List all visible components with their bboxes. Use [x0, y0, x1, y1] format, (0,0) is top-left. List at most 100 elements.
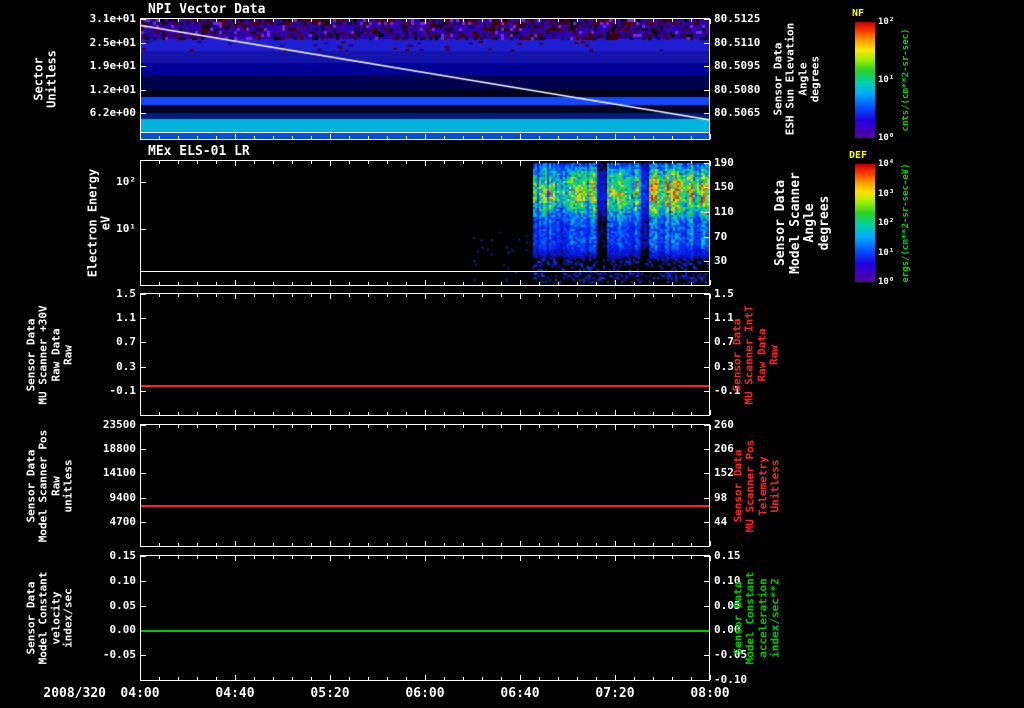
axis-tick	[539, 677, 540, 680]
axis-tick	[292, 294, 293, 297]
axis-tick	[704, 89, 709, 91]
axis-tick	[141, 19, 146, 20]
axis-tick	[710, 161, 711, 166]
axis-tick	[558, 543, 559, 546]
axis-tick	[368, 19, 369, 22]
axis-tick	[710, 280, 711, 285]
axis-tick	[501, 282, 502, 285]
axis-tick	[704, 261, 709, 263]
axis-tick	[330, 425, 331, 430]
axis-tick	[178, 543, 179, 546]
line-panel-scanner-pos	[140, 424, 710, 547]
axis-tick	[141, 605, 146, 607]
axis-tick	[141, 580, 146, 582]
axis-tick	[330, 556, 331, 561]
y-tick-label-right: 1.5	[714, 287, 734, 300]
axis-tick	[539, 136, 540, 139]
y-tick-label-right: 30	[714, 254, 728, 268]
axis-tick	[368, 556, 369, 559]
axis-tick	[577, 161, 578, 164]
axis-tick	[425, 19, 426, 24]
colorbar-tick-label: 10¹	[878, 247, 895, 258]
axis-tick	[704, 211, 709, 213]
axis-tick	[159, 19, 160, 22]
axis-tick	[330, 19, 331, 24]
axis-tick	[330, 134, 331, 139]
axis-tick	[141, 342, 146, 344]
axis-tick	[501, 543, 502, 546]
axis-tick	[520, 556, 521, 561]
multi-panel-plot-figure: NPI Vector Data MEx ELS-01 LR NF DEF 200…	[0, 0, 1024, 708]
panel-title-npi: NPI Vector Data	[148, 2, 266, 17]
axis-tick	[273, 282, 274, 285]
axis-tick	[292, 543, 293, 546]
axis-tick	[141, 449, 146, 451]
axis-tick	[406, 136, 407, 139]
right-axis-title: Sensor Data MU Scanner Pos Telemetry Uni…	[731, 439, 782, 532]
axis-tick	[444, 19, 445, 22]
y-tick-label-right: 98	[714, 490, 728, 504]
axis-tick	[672, 543, 673, 546]
axis-tick	[577, 136, 578, 139]
axis-tick	[216, 543, 217, 546]
y-tick-label-right: 260	[714, 418, 734, 431]
axis-tick	[710, 541, 711, 546]
axis-tick	[178, 425, 179, 428]
axis-tick	[311, 556, 312, 559]
axis-tick	[520, 675, 521, 680]
axis-tick	[425, 556, 426, 561]
axis-tick	[141, 89, 146, 91]
axis-tick	[596, 282, 597, 285]
axis-tick	[235, 675, 236, 680]
right-axis-title: Sensor Data MU Scanner IntT Raw Data Raw	[730, 304, 781, 405]
axis-tick	[330, 541, 331, 546]
axis-tick	[349, 677, 350, 680]
colorbar-tick-label: 10³	[878, 188, 895, 199]
right-axis-title: Sensor Data Model Constant acceleration …	[731, 571, 782, 665]
axis-tick	[349, 412, 350, 415]
axis-tick	[558, 677, 559, 680]
axis-tick	[292, 161, 293, 164]
y-tick-label: 1.5	[116, 287, 136, 300]
date-label: 2008/320	[43, 686, 106, 701]
colorbar-tick-label: 10⁴	[878, 159, 895, 169]
axis-tick	[387, 412, 388, 415]
axis-tick	[482, 294, 483, 297]
axis-tick	[577, 19, 578, 22]
axis-tick	[311, 425, 312, 428]
axis-tick	[444, 556, 445, 559]
axis-tick	[159, 282, 160, 285]
axis-tick	[406, 282, 407, 285]
axis-tick	[178, 282, 179, 285]
axis-tick	[140, 161, 141, 166]
axis-tick	[653, 161, 654, 164]
y-axis-title: Sector Unitless	[31, 50, 59, 108]
axis-tick	[634, 556, 635, 559]
axis-tick	[273, 19, 274, 22]
axis-tick	[704, 236, 709, 238]
axis-tick	[710, 675, 711, 680]
axis-tick	[425, 161, 426, 166]
colorbar-tick-label: 10¹	[878, 75, 895, 85]
axis-tick	[634, 19, 635, 22]
axis-tick	[311, 282, 312, 285]
axis-tick	[387, 294, 388, 297]
axis-tick	[368, 425, 369, 428]
axis-tick	[368, 543, 369, 546]
axis-tick	[141, 318, 146, 320]
axis-tick	[501, 161, 502, 164]
axis-tick	[710, 134, 711, 139]
axis-tick	[216, 677, 217, 680]
axis-tick	[577, 412, 578, 415]
axis-tick	[140, 541, 141, 546]
time-tick-label: 07:20	[595, 686, 635, 701]
axis-tick	[596, 412, 597, 415]
axis-tick	[216, 425, 217, 428]
axis-tick	[235, 410, 236, 415]
axis-tick	[577, 282, 578, 285]
axis-tick	[704, 42, 709, 44]
axis-tick	[425, 134, 426, 139]
axis-tick	[292, 19, 293, 22]
axis-tick	[330, 161, 331, 166]
colorbar-tick-label: 10⁰	[878, 277, 895, 287]
